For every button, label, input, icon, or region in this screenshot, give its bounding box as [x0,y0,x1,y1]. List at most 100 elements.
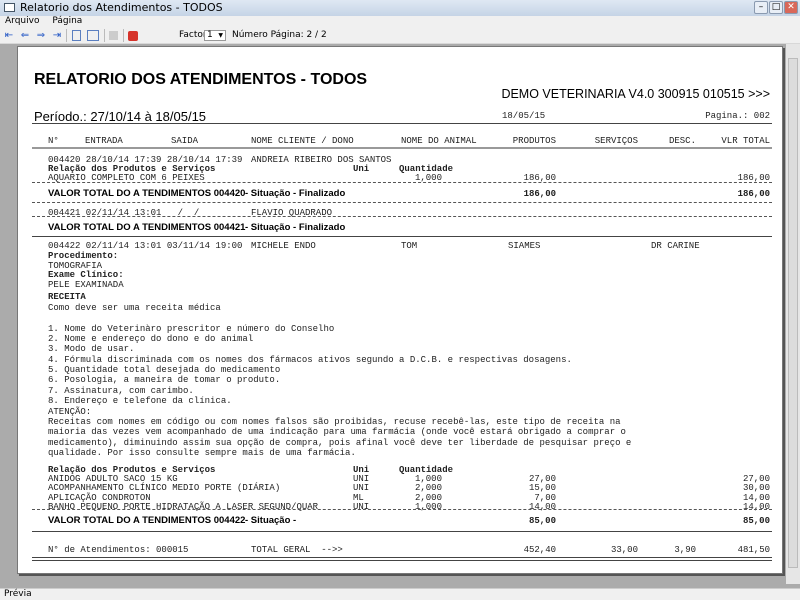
app-icon [4,3,15,12]
col-vlr-total: VLR TOTAL [721,136,770,146]
factor-value: 1 [207,30,213,40]
scroll-thumb[interactable] [788,58,798,568]
single-page-icon[interactable] [72,30,81,41]
dashed-divider [32,182,772,183]
divider [32,560,772,561]
first-page-icon[interactable]: ⇤ [3,29,15,42]
two-page-icon[interactable] [87,30,99,41]
note-line: Procedimento: [48,251,119,261]
animal-name: TOM [401,241,418,251]
total-products: 85,00 [528,516,556,526]
close-button[interactable]: ✕ [784,1,798,14]
col-saida: SAIDA [171,136,199,146]
col-produtos: PRODUTOS [512,136,556,146]
item-description: BANHO PEQUENO PORTE HIDRATAÇÃO A LASER S… [48,501,319,512]
total-label: VALOR TOTAL DO A TENDIMENTOS 004420 [48,188,246,199]
receita-text-line: medicamento), diminuindo assim sua opção… [48,437,632,448]
grand-total-discount: 3,90 [674,545,696,555]
vertical-scrollbar[interactable] [786,44,800,584]
status-label: - Situação - [245,515,297,526]
status-label: - Situação - Finalizado [245,222,346,233]
print-icon[interactable] [109,31,118,40]
status-text: Prévia [4,589,32,599]
report-page-number: Pagina.: 002 [705,111,770,121]
col-entrada: ENTRADA [85,136,123,146]
minimize-button[interactable]: – [754,1,768,14]
col-servicos: SERVIÇOS [594,136,638,146]
grand-total-services: 33,00 [610,545,638,555]
atendimento-line: 004422 02/11/14 13:01 03/11/14 19:00 [48,241,243,251]
menu-arquivo[interactable]: Arquivo [5,16,39,26]
divider [32,123,772,124]
items-header-uni: Uni [353,164,370,174]
receita-text-line: 3. Modo de usar. [48,344,135,355]
total-geral-label: TOTAL GERAL -->> [251,545,343,555]
receita-heading: RECEITA [48,292,86,302]
last-page-icon[interactable]: ⇥ [51,29,63,42]
menu-pagina[interactable]: Página [52,16,82,26]
report-page: RELATORIO DOS ATENDIMENTOS - TODOS DEMO … [17,46,783,574]
animal-breed: SIAMES [508,241,541,251]
item-unit: UNI [353,501,370,512]
report-date: 18/05/15 [502,111,546,121]
receita-text-line: 6. Posologia, a maneira de tomar o produ… [48,375,281,386]
col-desc: DESC. [668,136,696,146]
vet-name: DR CARINE [651,241,700,251]
menu-bar: Arquivo Página [0,16,800,27]
receita-text-line: 4. Fórmula discriminada com os nomes dos… [48,354,572,365]
client-name: MICHELE ENDO [251,241,316,251]
receita-text-line: qualidade. Por isso consulte sempre mais… [48,447,356,458]
receita-text-line: Receitas com nomes em código ou com nome… [48,416,621,427]
separator [66,29,67,42]
factor-select[interactable]: 1 ▼ [204,30,226,41]
toolbar: ⇤ ⇐ ⇒ ⇥ Factor: 1 ▼ Número Página: 2 / 2 [0,27,800,44]
total-label: VALOR TOTAL DO A TENDIMENTOS 004422 [48,515,246,526]
divider [32,531,772,532]
atendimentos-count: N° de Atendimentos: 000015 [48,545,189,555]
divider [32,147,772,149]
total-value: 85,00 [742,516,770,526]
company-name: DEMO VETERINARIA V4.0 300915 010515 >>> [501,87,770,101]
total-label: VALOR TOTAL DO A TENDIMENTOS 004421 [48,222,246,233]
report-period: Período.: 27/10/14 à 18/05/15 [34,109,207,124]
total-products: 186,00 [523,189,556,199]
note-line: PELE EXAMINADA [48,279,124,290]
item-quantity: 1,000 [414,501,442,512]
status-label: - Situação - Finalizado [245,188,346,199]
col-number: N° [48,136,59,146]
separator [123,29,124,42]
divider [32,236,772,237]
title-bar: Relatorio dos Atendimentos - TODOS – □ ✕ [0,0,800,16]
grand-total-products: 452,40 [523,545,556,555]
receita-text-line: maioria das vezes vem acompanhado de uma… [48,427,626,438]
prev-page-icon[interactable]: ⇐ [19,29,31,42]
dashed-divider [32,202,772,203]
col-cliente: NOME CLIENTE / DONO [251,136,354,146]
page-number: Número Página: 2 / 2 [232,30,327,40]
next-page-icon[interactable]: ⇒ [35,29,47,42]
grand-total: 481,50 [737,545,770,555]
dashed-divider [32,509,772,510]
receita-text-line: ATENÇÃO: [48,406,92,417]
item-total: 14,00 [742,501,770,512]
item-unit-price: 14,00 [528,501,556,512]
total-value: 186,00 [737,189,770,199]
receita-text-line: 2. Nome e endereço do dono e do animal [48,334,254,345]
divider [32,557,772,558]
receita-text-line: 5. Quantidade total desejada do medicame… [48,365,281,376]
note-line: Exame Clínico: [48,270,124,280]
receita-text-line: 1. Nome do Veterinàro prescritor e númer… [48,323,335,334]
exit-icon[interactable] [128,31,138,41]
separator [104,29,105,42]
col-animal: NOME DO ANIMAL [401,136,477,146]
receita-text-line: 8. Endereço e telefone da clínica. [48,396,232,407]
receita-text-line: 7. Assinatura, com carimbo. [48,385,194,396]
window-title: Relatorio dos Atendimentos - TODOS [20,1,223,14]
receita-text-line: Como deve ser uma receita médica [48,303,221,313]
note-line: TOMOGRAFIA [48,260,103,271]
chevron-down-icon: ▼ [218,32,223,39]
report-title: RELATORIO DOS ATENDIMENTOS - TODOS [34,71,368,88]
client-name: ANDREIA RIBEIRO DOS SANTOS [251,155,392,165]
status-bar: Prévia [0,588,800,600]
maximize-button[interactable]: □ [769,1,783,14]
